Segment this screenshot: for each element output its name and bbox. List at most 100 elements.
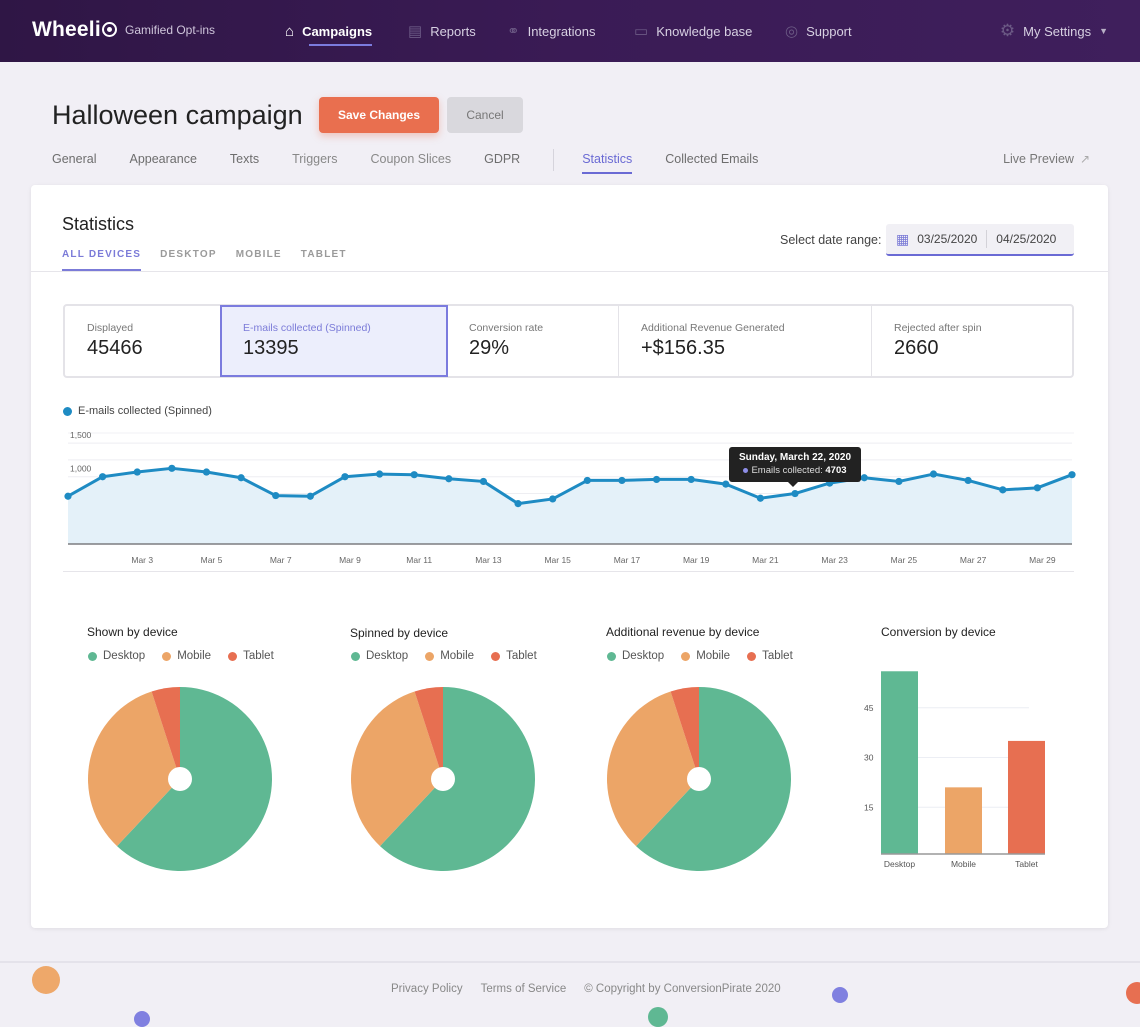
data-point [687,475,695,484]
cancel-button[interactable]: Cancel [447,97,523,133]
footer-divider [0,961,1140,963]
data-point [860,474,868,482]
live-preview-link[interactable]: Live Preview ↗ [1003,152,1090,166]
kpi-conversion-rate[interactable]: Conversion rate 29% [447,306,619,376]
data-point [479,477,488,486]
device-tab-mobile[interactable]: MOBILE [236,249,282,271]
data-point [929,470,938,478]
legend-label: Mobile [177,650,212,662]
data-point [583,476,591,485]
legend-item-mobile[interactable]: Mobile [681,650,730,662]
kpi-label: Additional Revenue Generated [641,322,785,334]
date-range-picker[interactable]: ▦ 03/25/2020 04/25/2020 [886,224,1074,256]
wheel-icon [101,21,117,37]
x-tick-label: Mar 29 [1029,555,1056,565]
nav-knowledge-base[interactable]: ▭ Knowledge base [634,0,752,62]
nav-label: Knowledge base [656,23,753,39]
statistics-card: Statistics ALL DEVICES DESKTOP MOBILE TA… [31,185,1108,928]
kpi-rejected-after-spin[interactable]: Rejected after spin 2660 [872,306,1072,376]
nav-label: Campaigns [302,23,373,39]
legend-label: Desktop [103,650,146,662]
tab-texts[interactable]: Texts [230,152,259,174]
nav-reports[interactable]: ▤ Reports [408,0,476,62]
decorative-bubble [32,966,60,994]
chart-title: Shown by device [87,625,178,639]
tab-collected-emails[interactable]: Collected Emails [665,152,758,174]
legend-item-mobile[interactable]: Mobile [162,650,211,662]
legend-label: Tablet [762,650,793,662]
legend-label: Tablet [243,650,274,662]
device-tab-desktop[interactable]: DESKTOP [160,249,217,271]
tab-triggers[interactable]: Triggers [292,152,337,174]
kpi-additional-revenue[interactable]: Additional Revenue Generated +$156.35 [619,306,872,376]
conversion-by-device-bar-chart: 15 30 45 Desktop Mobile Tablet [864,671,1045,869]
save-changes-button[interactable]: Save Changes [319,97,439,133]
tab-statistics[interactable]: Statistics [582,152,633,174]
legend-item-mobile[interactable]: Mobile [425,650,474,662]
legend-item-desktop[interactable]: Desktop [351,650,408,662]
kpi-value: +$156.35 [641,337,725,359]
clipboard-icon: ▤ [408,23,423,40]
date-from-input[interactable]: 03/25/2020 [917,232,977,246]
page-title: Halloween campaign [52,100,303,130]
legend-dot [63,406,72,416]
kpi-label: E-mails collected (Spinned) [243,322,371,334]
footer: Privacy Policy Terms of Service © Copyri… [391,983,799,995]
tooltip-dot [743,467,749,473]
date-to-input[interactable]: 04/25/2020 [996,232,1056,246]
x-tick-label: Mar 21 [752,555,779,565]
home-icon: ⌂ [285,22,295,40]
tab-coupon-slices[interactable]: Coupon Slices [370,152,451,174]
device-tab-tablet[interactable]: TABLET [301,249,347,271]
data-point [272,491,280,500]
legend-dot [228,651,238,661]
data-point [1068,471,1076,479]
data-point [999,486,1007,494]
lifebuoy-icon: ◎ [785,23,799,40]
data-point [168,464,176,472]
privacy-policy-link[interactable]: Privacy Policy [391,983,463,995]
brand-logo[interactable]: Wheeli [32,18,117,42]
legend-label: Tablet [506,650,537,662]
divider [63,571,1074,572]
revenue-by-device-pie [607,687,791,871]
spinned-by-device-pie [351,687,535,871]
tab-general[interactable]: General [52,152,96,174]
tab-appearance[interactable]: Appearance [129,152,196,174]
date-separator [986,230,988,248]
bar-desktop [881,671,918,854]
data-point [375,470,384,478]
nav-support[interactable]: ◎ Support [785,0,852,62]
device-tab-all[interactable]: ALL DEVICES [62,249,142,271]
brand-name: Wheeli [32,18,101,41]
data-point [895,477,903,486]
chart-title: Additional revenue by device [606,625,760,639]
line-chart-legend: E-mails collected (Spinned) [63,405,212,417]
kpi-value: 45466 [87,337,143,359]
external-link-icon: ↗ [1079,152,1090,166]
my-settings-menu[interactable]: ⚙ My Settings ▼ [1000,0,1108,62]
tab-gdpr[interactable]: GDPR [484,152,520,174]
data-point [202,468,211,476]
x-tick-label: Mar 15 [544,555,571,565]
terms-of-service-link[interactable]: Terms of Service [481,983,567,995]
kpi-displayed[interactable]: Displayed 45466 [65,306,221,376]
x-tick-label: Mar 25 [891,555,918,565]
bar-mobile [945,787,982,854]
data-point [514,500,522,508]
y-tick-label: 1,500 [70,430,92,440]
legend-item-tablet[interactable]: Tablet [491,650,537,662]
data-point [1033,484,1041,492]
data-point [791,489,799,498]
legend-item-tablet[interactable]: Tablet [747,650,793,662]
nav-integrations[interactable]: ⚭ Integrations [507,0,596,62]
caret-down-icon: ▼ [1099,26,1108,36]
legend-item-desktop[interactable]: Desktop [88,650,145,662]
legend-item-desktop[interactable]: Desktop [607,650,664,662]
kpi-emails-collected[interactable]: E-mails collected (Spinned) 13395 [220,305,448,377]
nav-campaigns[interactable]: ⌂ Campaigns [285,0,373,62]
top-navbar: Wheeli Gamified Opt-ins ⌂ Campaigns ▤ Repo… [0,0,1140,62]
pie-legend: Desktop Mobile Tablet [607,650,810,662]
data-point [652,475,661,484]
legend-item-tablet[interactable]: Tablet [228,650,274,662]
